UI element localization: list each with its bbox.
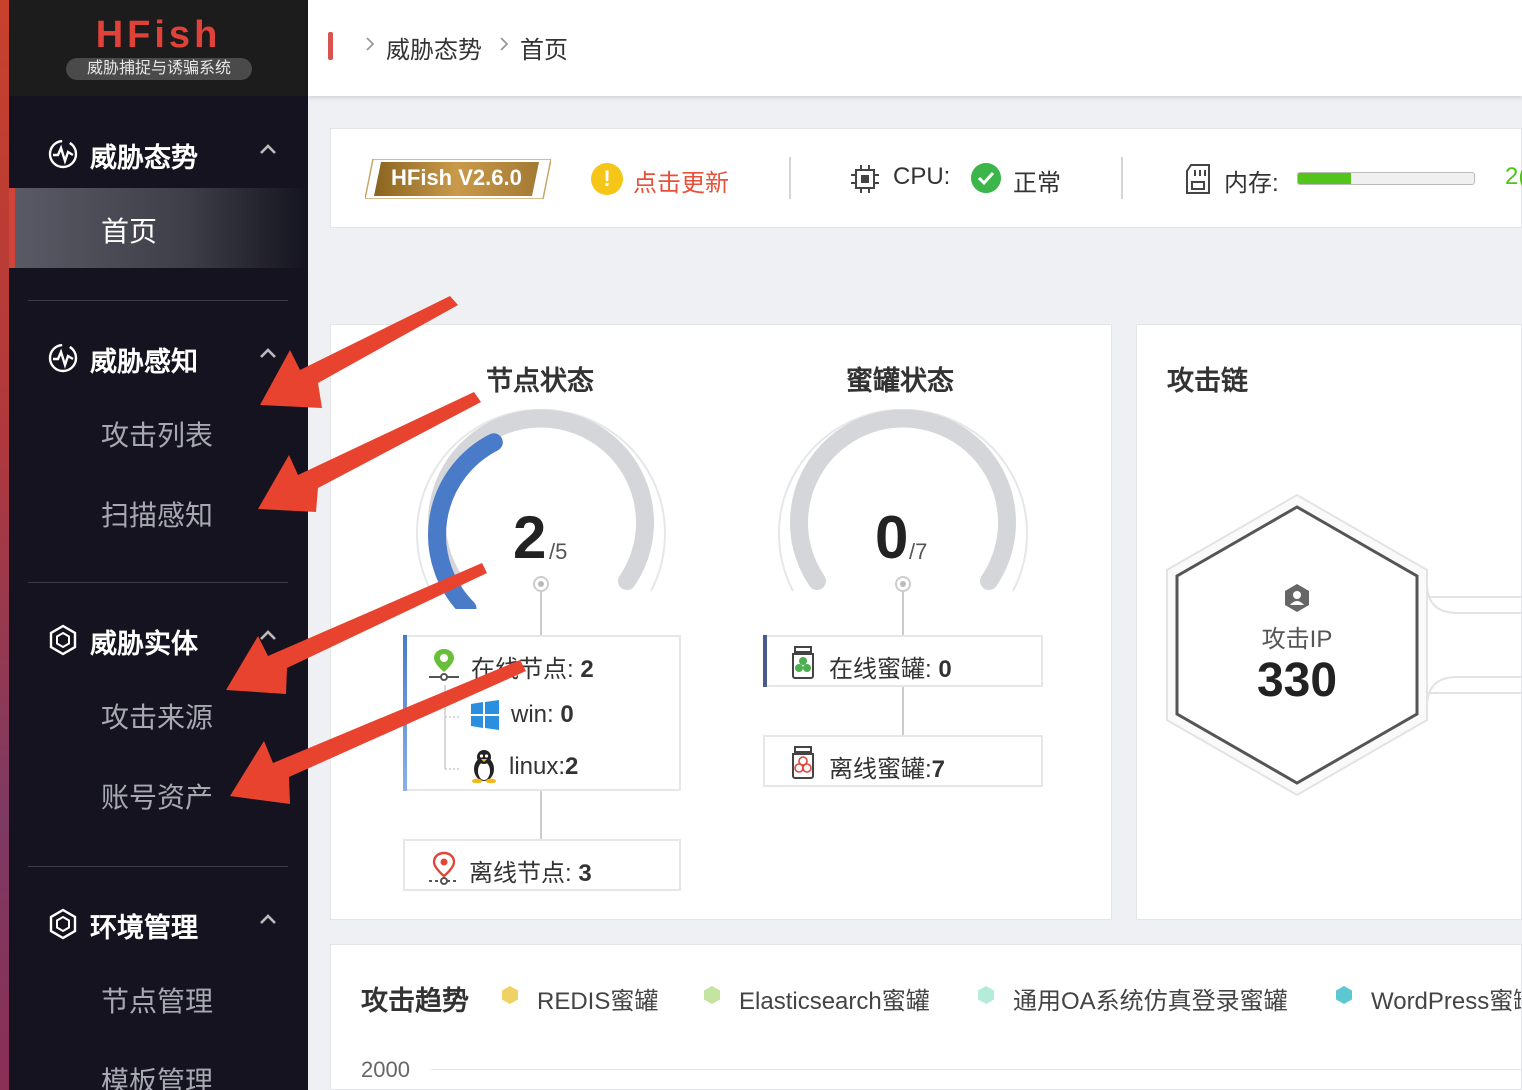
attack-ip-label: 攻击IP xyxy=(1261,626,1333,653)
version-text: HFish V2.6.0 xyxy=(391,165,522,190)
online-honeypots-box[interactable]: 在线蜜罐: 0 xyxy=(763,635,1043,687)
node-offline-icon xyxy=(429,851,459,885)
box-accent xyxy=(403,635,407,791)
online-nodes-box[interactable]: 在线节点: 2 win: 0 linux:2 xyxy=(403,635,681,791)
chevron-right-icon xyxy=(366,37,375,51)
windows-icon xyxy=(471,700,499,730)
sidebar-item-label: 攻击列表 xyxy=(101,420,214,451)
sidebar-item-attack-list[interactable]: 攻击列表 xyxy=(9,402,308,462)
linux-tux-icon xyxy=(472,750,496,783)
sidebar-group-threat-situation[interactable]: 威胁态势 xyxy=(9,128,308,178)
sidebar-item-node-management[interactable]: 节点管理 xyxy=(9,968,308,1028)
sidebar-item-template-management[interactable]: 模板管理 xyxy=(9,1048,308,1090)
sidebar-item-attack-source[interactable]: 攻击来源 xyxy=(9,684,308,744)
legend-item-oa-login[interactable]: 通用OA系统仿真登录蜜罐 xyxy=(1013,981,1288,1016)
status-divider xyxy=(1121,157,1123,199)
pulse-icon xyxy=(48,139,78,169)
breadcrumb-item[interactable]: 威胁态势 xyxy=(386,30,482,65)
attack-ip-count: 330 xyxy=(1256,654,1338,707)
sidebar: HFish 威胁捕捉与诱骗系统 威胁态势 首页 威胁感知 攻击列表 扫描感知 威… xyxy=(0,0,308,1090)
warning-icon: ! xyxy=(591,163,623,195)
offline-nodes-box[interactable]: 离线节点: 3 xyxy=(403,839,681,891)
legend-hexagon-icon xyxy=(704,986,720,1004)
memory-progress xyxy=(1297,172,1475,185)
sidebar-item-label: 节点管理 xyxy=(101,986,214,1017)
sidebar-item-label: 账号资产 xyxy=(101,782,214,813)
win-nodes-label: win: 0 xyxy=(511,701,574,728)
attack-chain-title: 攻击链 xyxy=(1167,366,1248,396)
system-status-bar: HFish V2.6.0 ! 点击更新 CPU: 正常 内存: 2( xyxy=(330,128,1522,228)
sidebar-divider xyxy=(28,582,288,583)
offline-honeypots-label: 离线蜜罐:7 xyxy=(829,756,946,783)
chevron-up-icon[interactable] xyxy=(259,912,277,926)
sidebar-item-account-assets[interactable]: 账号资产 xyxy=(9,764,308,824)
legend-hexagon-icon xyxy=(502,986,518,1004)
attack-trend-panel: 攻击趋势 REDIS蜜罐 Elasticsearch蜜罐 通用OA系统仿真登录蜜… xyxy=(330,944,1522,1090)
top-header: 威胁态势 首页 xyxy=(308,0,1522,96)
memory-card-icon xyxy=(1186,164,1210,194)
brand-name: HFish xyxy=(95,14,222,56)
sidebar-group-label: 威胁态势 xyxy=(90,143,198,173)
attacker-icon xyxy=(1285,584,1309,612)
legend-item-redis[interactable]: REDIS蜜罐 xyxy=(537,981,658,1016)
cpu-icon xyxy=(851,165,879,193)
linux-nodes-label: linux:2 xyxy=(509,753,579,780)
y-axis-tick: 2000 xyxy=(361,1057,410,1082)
chevron-up-icon[interactable] xyxy=(259,628,277,642)
sidebar-item-home[interactable]: 首页 xyxy=(9,188,308,268)
legend-item-elasticsearch[interactable]: Elasticsearch蜜罐 xyxy=(739,981,930,1016)
check-circle-icon xyxy=(971,163,1001,193)
sidebar-item-label: 模板管理 xyxy=(101,1066,214,1090)
node-online-icon xyxy=(429,649,459,681)
grid-line xyxy=(431,1069,1522,1070)
active-indicator xyxy=(9,188,15,268)
sidebar-group-threat-perception[interactable]: 威胁感知 xyxy=(9,332,308,382)
chevron-right-icon xyxy=(500,37,509,51)
tree-connectors xyxy=(533,576,911,839)
pulse-icon xyxy=(48,343,78,373)
memory-progress-fill xyxy=(1298,173,1351,184)
sidebar-group-label: 威胁实体 xyxy=(90,629,198,659)
offline-nodes-label: 离线节点: 3 xyxy=(469,860,592,887)
memory-value: 2( xyxy=(1505,163,1522,190)
memory-label: 内存: xyxy=(1224,170,1279,197)
legend-hexagon-icon xyxy=(978,986,994,1004)
hexagon-cube-icon xyxy=(49,908,77,940)
breadcrumb-item-current: 首页 xyxy=(520,37,568,64)
status-divider xyxy=(789,157,791,199)
sidebar-item-label: 攻击来源 xyxy=(101,702,214,733)
status-panel: 节点状态 蜜罐状态 2 /5 0 /7 在线节点: 2 win: 0 linux… xyxy=(330,324,1112,920)
sidebar-item-label: 首页 xyxy=(101,216,158,247)
chevron-up-icon[interactable] xyxy=(259,142,277,156)
hexagon-cube-icon xyxy=(49,624,77,656)
honeypot-jar-offline-icon xyxy=(792,746,814,779)
box-accent xyxy=(763,635,767,687)
offline-honeypots-box[interactable]: 离线蜜罐:7 xyxy=(763,735,1043,787)
attack-chain-panel: 攻击链 攻击IP 330 xyxy=(1136,324,1522,920)
sidebar-group-label: 环境管理 xyxy=(90,913,198,943)
online-honeypots-label: 在线蜜罐: 0 xyxy=(829,656,952,683)
sidebar-group-environment[interactable]: 环境管理 xyxy=(9,898,308,948)
update-link[interactable]: 点击更新 xyxy=(633,163,729,198)
brand-slogan: 威胁捕捉与诱骗系统 xyxy=(66,58,252,80)
tree-branch xyxy=(444,685,459,770)
honeypot-jar-icon xyxy=(792,646,814,679)
header-mark xyxy=(328,32,333,60)
cpu-status: 正常 xyxy=(1013,170,1061,197)
sidebar-group-label: 威胁感知 xyxy=(90,347,198,377)
attack-trend-title: 攻击趋势 xyxy=(361,986,469,1016)
chevron-up-icon[interactable] xyxy=(259,346,277,360)
sidebar-divider xyxy=(28,866,288,867)
sidebar-accent-edge xyxy=(0,0,9,1090)
legend-hexagon-icon xyxy=(1336,986,1352,1004)
sidebar-item-scan-perception[interactable]: 扫描感知 xyxy=(9,482,308,542)
legend-item-wordpress[interactable]: WordPress蜜罐 xyxy=(1371,981,1521,1016)
online-nodes-label: 在线节点: 2 xyxy=(471,656,594,683)
sidebar-item-label: 扫描感知 xyxy=(101,500,214,531)
cpu-label: CPU: xyxy=(893,163,951,190)
sidebar-divider xyxy=(28,300,288,301)
logo[interactable]: HFish 威胁捕捉与诱骗系统 xyxy=(9,0,308,96)
sidebar-group-threat-entity[interactable]: 威胁实体 xyxy=(9,614,308,664)
